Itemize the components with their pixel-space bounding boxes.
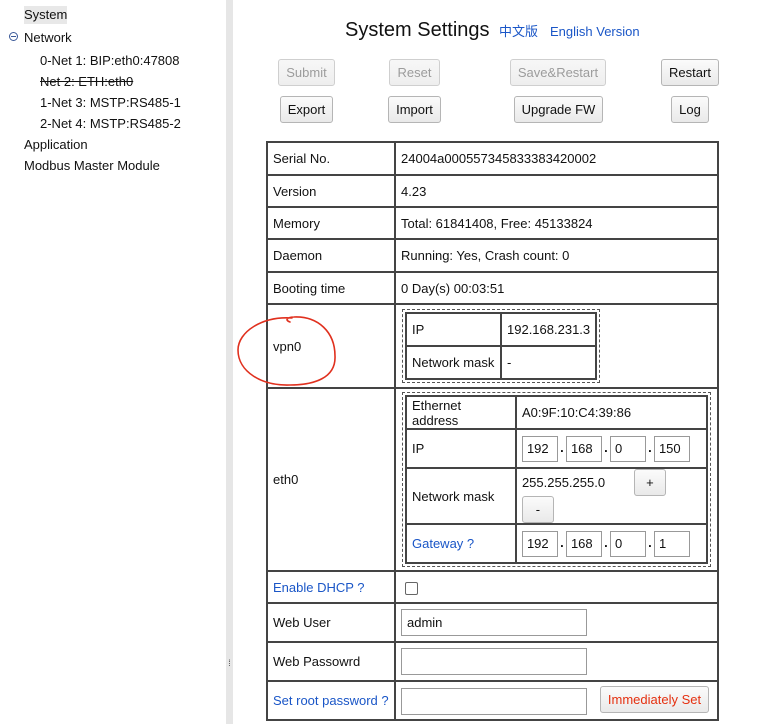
web-password-label: Web Passowrd <box>266 641 396 682</box>
eth0-ip-label: IP <box>405 428 517 469</box>
table-row: Enable DHCP ? <box>266 570 719 604</box>
web-user-cell: admin <box>394 602 719 643</box>
eth0-label: eth0 <box>266 387 396 572</box>
english-version-link[interactable]: English Version <box>550 24 640 40</box>
gateway-help-link[interactable]: Gateway ? <box>405 523 517 564</box>
table-row: Web User admin <box>266 602 719 643</box>
root-password-input[interactable] <box>401 687 587 715</box>
navigation-tree: System Network 0-Net 1: BIP:eth0:47808 N… <box>0 0 226 724</box>
chinese-version-link[interactable]: 中文版 <box>499 24 538 40</box>
eth0-mask-value: 255.255.255.0 <box>521 475 606 490</box>
table-row: Set root password ? Immediately Set <box>266 680 719 721</box>
vpn0-ip-label: IP <box>405 312 502 347</box>
submit-button[interactable]: Submit <box>278 59 335 86</box>
vpn0-table: IP 192.168.231.3 Network mask - <box>401 309 601 383</box>
ip-octet-4-input[interactable]: 150 <box>653 435 690 462</box>
booting-value: 0 Day(s) 00:03:51 <box>394 271 719 305</box>
vpn0-mask-value: - <box>499 345 598 380</box>
eth0-details: Ethernet address A0:9F:10:C4:39:86 IP 19… <box>394 387 719 572</box>
eth0-mask-cell: 255.255.255.0 + - <box>514 467 709 525</box>
dhcp-checkbox[interactable] <box>405 581 418 595</box>
ip-octet-3-input[interactable]: 0 <box>609 435 646 462</box>
memory-value: Total: 61841408, Free: 45133824 <box>394 206 719 240</box>
tree-item-modbus-master[interactable]: Modbus Master Module <box>24 157 160 175</box>
table-row: Serial No. 24004a000557345833383420002 <box>266 141 719 176</box>
table-row: Gateway ? 192. 168. 0. 1 <box>405 523 709 564</box>
vpn0-label: vpn0 <box>266 303 396 389</box>
table-row: Network mask 255.255.255.0 + - <box>405 467 709 525</box>
mask-increase-button[interactable]: + <box>633 469 666 496</box>
mask-decrease-button[interactable]: - <box>521 496 554 523</box>
gateway-octet-4-input[interactable]: 1 <box>653 530 690 557</box>
save-restart-button[interactable]: Save&Restart <box>510 59 606 86</box>
serial-label: Serial No. <box>266 141 396 176</box>
immediately-set-button[interactable]: Immediately Set <box>600 686 709 714</box>
page-title: System Settings <box>345 19 490 41</box>
memory-label: Memory <box>266 206 396 240</box>
table-row: IP 192. 168. 0. 150 <box>405 428 709 469</box>
table-row: Ethernet address A0:9F:10:C4:39:86 <box>405 395 709 430</box>
eth0-table: Ethernet address A0:9F:10:C4:39:86 IP 19… <box>402 392 711 567</box>
reset-button[interactable]: Reset <box>389 59 440 86</box>
vpn0-ip-value: 192.168.231.3 <box>499 312 598 347</box>
gateway-octet-3-input[interactable]: 0 <box>609 530 646 557</box>
vpn0-mask-label: Network mask <box>405 345 502 380</box>
panel-splitter[interactable]: ⁞ <box>226 0 233 724</box>
tree-item-net2[interactable]: Net 2: ETH:eth0 <box>40 73 133 91</box>
gateway-octet-2-input[interactable]: 168 <box>565 530 602 557</box>
settings-table: Serial No. 24004a000557345833383420002 V… <box>266 141 719 721</box>
dhcp-help-link[interactable]: Enable DHCP ? <box>266 570 396 604</box>
version-label: Version <box>266 174 396 208</box>
version-value: 4.23 <box>394 174 719 208</box>
tree-item-net1[interactable]: 0-Net 1: BIP:eth0:47808 <box>40 52 179 70</box>
table-row: eth0 Ethernet address A0:9F:10:C4:39:86 … <box>266 387 719 572</box>
table-row: Booting time 0 Day(s) 00:03:51 <box>266 271 719 305</box>
eth0-ip-fields: 192. 168. 0. 150 <box>514 428 709 469</box>
serial-value: 24004a000557345833383420002 <box>394 141 719 176</box>
table-row: vpn0 IP 192.168.231.3 Network mask - <box>266 303 719 389</box>
tree-item-system[interactable]: System <box>24 6 68 24</box>
tree-item-application[interactable]: Application <box>24 136 88 154</box>
ip-octet-1-input[interactable]: 192 <box>521 435 558 462</box>
ip-octet-2-input[interactable]: 168 <box>565 435 602 462</box>
eth0-mac-value: A0:9F:10:C4:39:86 <box>514 395 709 430</box>
gateway-octet-1-input[interactable]: 192 <box>521 530 558 557</box>
table-row: IP 192.168.231.3 <box>405 312 598 347</box>
dhcp-cell <box>394 570 719 604</box>
import-button[interactable]: Import <box>388 96 441 123</box>
root-password-cell: Immediately Set <box>394 680 719 721</box>
web-user-label: Web User <box>266 602 396 643</box>
vpn0-details: IP 192.168.231.3 Network mask - <box>394 303 719 389</box>
web-user-input[interactable]: admin <box>401 609 587 636</box>
tree-item-net4[interactable]: 2-Net 4: MSTP:RS485-2 <box>40 115 181 133</box>
root-password-help-link[interactable]: Set root password ? <box>266 680 396 721</box>
collapse-icon[interactable] <box>9 32 18 41</box>
restart-button[interactable]: Restart <box>661 59 719 86</box>
table-row: Version 4.23 <box>266 174 719 208</box>
tree-item-network[interactable]: Network <box>24 29 72 47</box>
tree-item-net3[interactable]: 1-Net 3: MSTP:RS485-1 <box>40 94 181 112</box>
table-row: Daemon Running: Yes, Crash count: 0 <box>266 238 719 273</box>
splitter-grip-icon[interactable]: ⁞ <box>227 657 232 669</box>
table-row: Web Passowrd <box>266 641 719 682</box>
table-row: Network mask - <box>405 345 598 380</box>
log-button[interactable]: Log <box>671 96 709 123</box>
eth0-mac-label: Ethernet address <box>405 395 517 430</box>
web-password-cell <box>394 641 719 682</box>
export-button[interactable]: Export <box>280 96 333 123</box>
table-row: Memory Total: 61841408, Free: 45133824 <box>266 206 719 240</box>
eth0-gateway-fields: 192. 168. 0. 1 <box>514 523 709 564</box>
daemon-value: Running: Yes, Crash count: 0 <box>394 238 719 273</box>
eth0-mask-label: Network mask <box>405 467 517 525</box>
booting-label: Booting time <box>266 271 396 305</box>
daemon-label: Daemon <box>266 238 396 273</box>
web-password-input[interactable] <box>401 648 587 675</box>
upgrade-fw-button[interactable]: Upgrade FW <box>514 96 603 123</box>
